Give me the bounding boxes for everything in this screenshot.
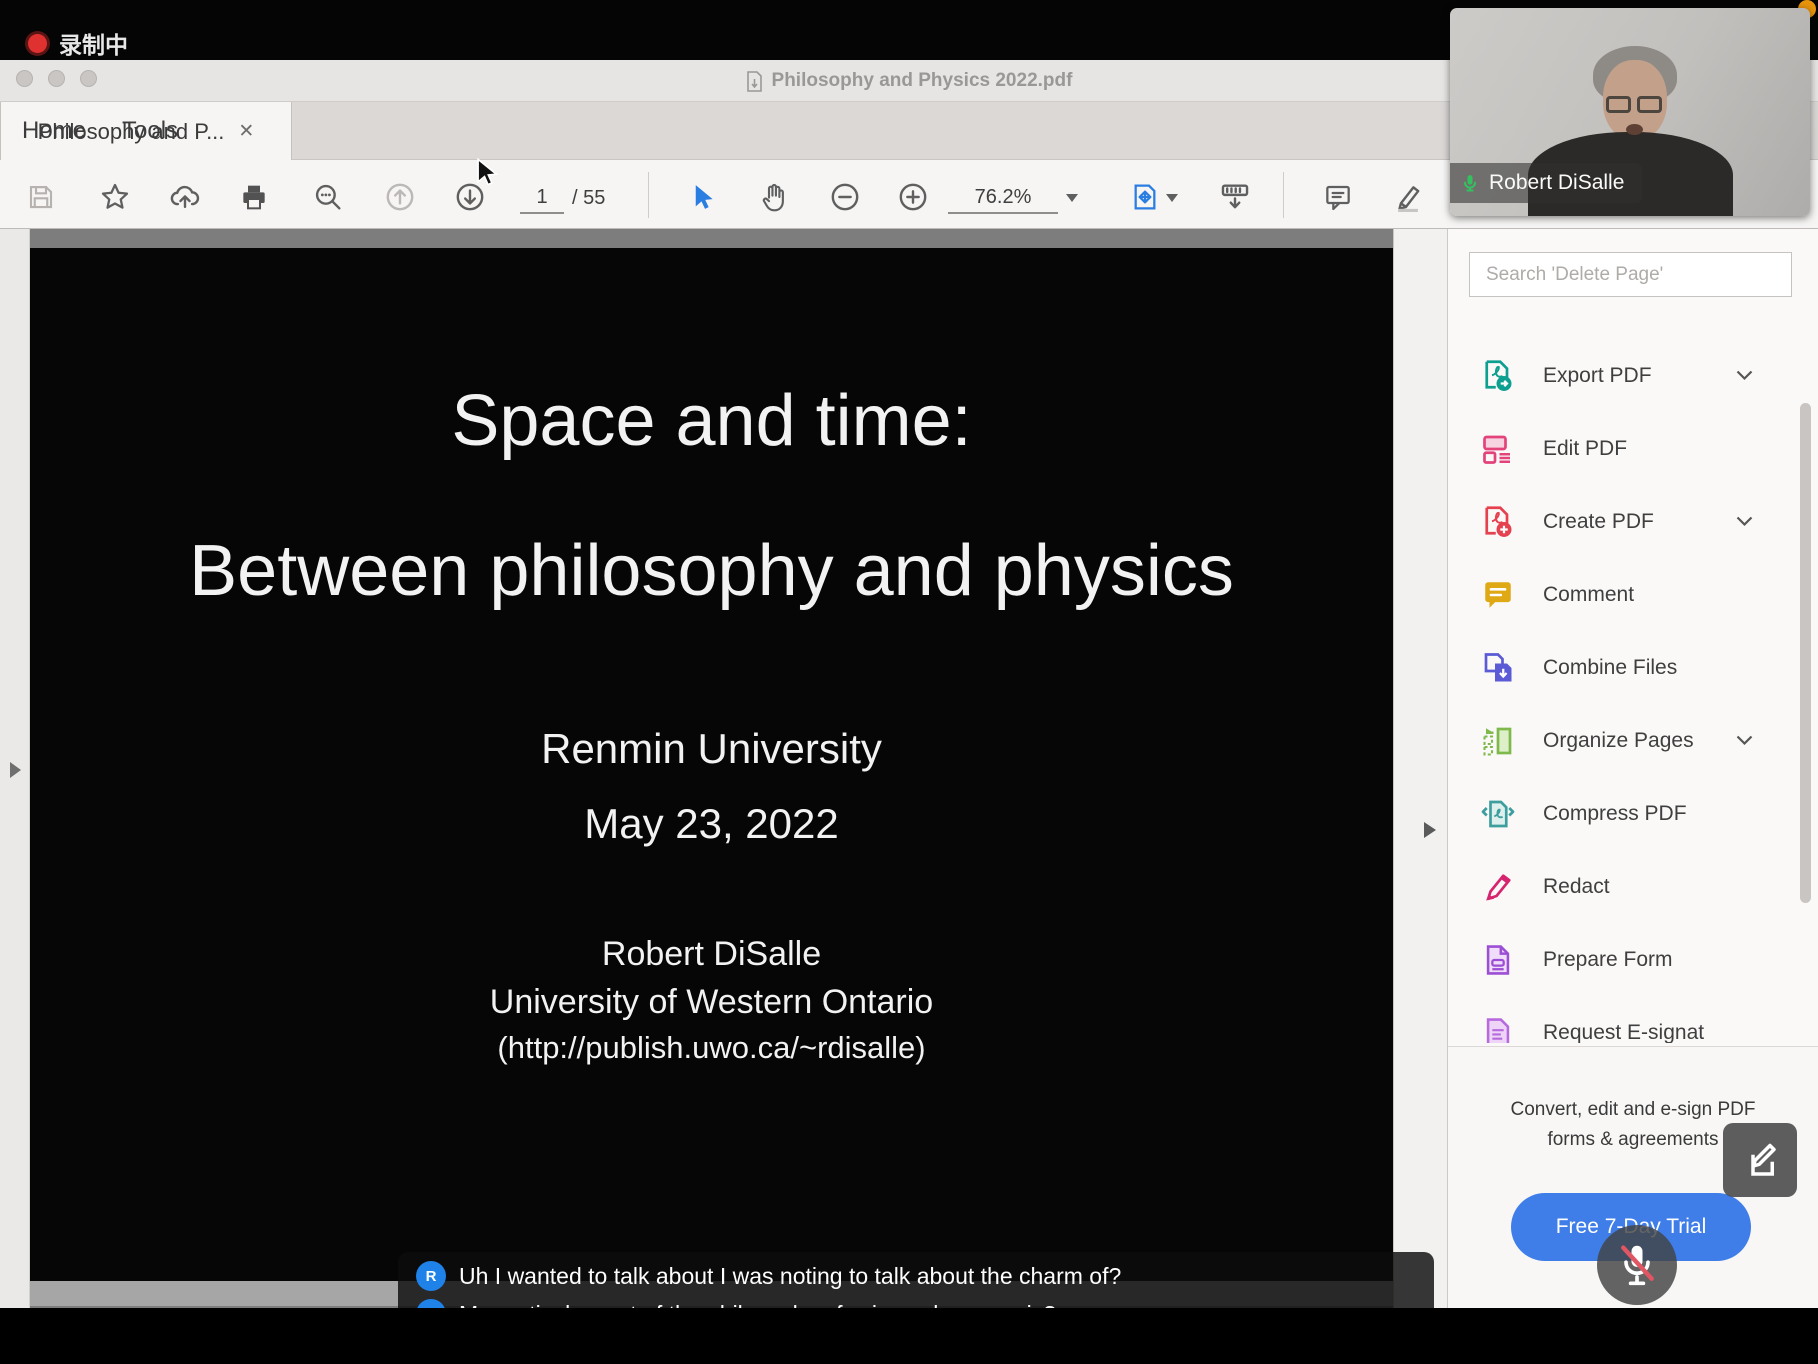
redact-icon xyxy=(1479,868,1517,906)
tool-create-pdf[interactable]: Create PDF xyxy=(1448,485,1818,558)
acrobat-window: Philosophy and Physics 2022.pdf Home Too… xyxy=(0,60,1818,1308)
desktop-strip xyxy=(0,1308,1818,1364)
participant-name-tag: Robert DiSalle xyxy=(1450,163,1643,203)
save-icon[interactable] xyxy=(24,180,58,214)
speaker-mouth xyxy=(1626,124,1643,135)
microphone-muted-button[interactable] xyxy=(1597,1225,1677,1305)
slide-url: (http://publish.uwo.ca/~rdisalle) xyxy=(497,1030,926,1065)
document-viewport: Space and time: Between philosophy and p… xyxy=(30,229,1393,1308)
slide-venue: Renmin University xyxy=(541,725,882,772)
page-number-input[interactable]: 1 xyxy=(520,182,564,214)
recording-indicator: 录制中 xyxy=(28,26,128,60)
page-total-label: / 55 xyxy=(572,187,606,209)
tool-compress-pdf[interactable]: Compress PDF xyxy=(1448,777,1818,850)
tab-tools[interactable]: Tools xyxy=(122,102,178,160)
tool-prepare-form[interactable]: Prepare Form xyxy=(1448,923,1818,996)
tools-list: Export PDF Edit PDF Create PDF Comment C… xyxy=(1448,339,1818,1043)
comment-tool-icon[interactable] xyxy=(1321,180,1355,214)
mouse-cursor xyxy=(476,158,502,188)
tool-export-pdf[interactable]: Export PDF xyxy=(1448,339,1818,412)
search-icon[interactable] xyxy=(311,180,345,214)
window-title: Philosophy and Physics 2022.pdf xyxy=(771,70,1073,91)
fit-page-icon[interactable] xyxy=(1128,180,1162,214)
tools-search-input[interactable] xyxy=(1469,252,1792,297)
previous-page-icon[interactable] xyxy=(383,180,417,214)
toolbar-separator xyxy=(1283,172,1284,218)
slide-title-line2: Between philosophy and physics xyxy=(189,531,1234,611)
tool-edit-pdf[interactable]: Edit PDF xyxy=(1448,412,1818,485)
speaker-avatar: R xyxy=(416,1261,446,1291)
tool-redact[interactable]: Redact xyxy=(1448,850,1818,923)
highlighter-tool-icon[interactable] xyxy=(1391,180,1425,214)
zoom-out-icon[interactable] xyxy=(828,180,862,214)
pdf-file-icon xyxy=(746,70,763,92)
chevron-down-icon[interactable] xyxy=(1736,735,1753,746)
recording-label: 录制中 xyxy=(59,32,128,58)
nav-pane-expand-icon[interactable] xyxy=(10,762,21,778)
vertical-scrollbar[interactable] xyxy=(1393,229,1447,1308)
promo-text-line1: Convert, edit and e-sign PDF xyxy=(1510,1099,1756,1120)
create-pdf-icon xyxy=(1479,503,1517,541)
slide-date: May 23, 2022 xyxy=(584,800,839,847)
prepare-form-icon xyxy=(1479,941,1517,979)
comment-icon xyxy=(1479,576,1517,614)
hide-toolbar-icon[interactable] xyxy=(1218,180,1252,214)
speaker-glasses xyxy=(1606,96,1664,114)
combine-files-icon xyxy=(1479,649,1517,687)
tab-close-icon[interactable]: ✕ xyxy=(238,122,254,141)
tool-organize-pages[interactable]: Organize Pages xyxy=(1448,704,1818,777)
compress-pdf-icon xyxy=(1479,795,1517,833)
participant-name: Robert DiSalle xyxy=(1489,171,1625,194)
recording-dot-icon xyxy=(28,33,47,53)
toolbar-separator xyxy=(648,172,649,218)
tool-request-esignature[interactable]: Request E-signat xyxy=(1448,996,1818,1043)
organize-pages-icon xyxy=(1479,722,1517,760)
request-esignature-icon xyxy=(1479,1014,1517,1043)
tab-home[interactable]: Home xyxy=(22,102,86,160)
chevron-down-icon[interactable] xyxy=(1736,516,1753,527)
tools-pane-toggle-icon[interactable] xyxy=(1424,822,1436,838)
edit-pdf-icon xyxy=(1479,430,1517,468)
select-tool-icon[interactable] xyxy=(685,180,719,214)
slide-title-line1: Space and time: xyxy=(451,381,972,461)
pdf-page: Space and time: Between philosophy and p… xyxy=(30,248,1393,1281)
tool-combine-files[interactable]: Combine Files xyxy=(1448,631,1818,704)
zoom-in-icon[interactable] xyxy=(896,180,930,214)
mic-on-icon xyxy=(1460,171,1480,195)
annotate-button[interactable] xyxy=(1723,1123,1797,1197)
caption-line: R Uh I wanted to talk about I was noting… xyxy=(416,1261,1121,1291)
webcam-video: Robert DiSalle xyxy=(1450,8,1810,216)
cloud-upload-icon[interactable] xyxy=(168,180,202,214)
print-icon[interactable] xyxy=(237,180,271,214)
chevron-down-icon[interactable] xyxy=(1736,370,1753,381)
fit-page-caret-icon[interactable] xyxy=(1166,194,1178,202)
tools-panel-scrollbar[interactable] xyxy=(1800,403,1811,903)
export-pdf-icon xyxy=(1479,357,1517,395)
zoom-level-input[interactable]: 76.2% xyxy=(948,182,1058,214)
zoom-dropdown-caret-icon[interactable] xyxy=(1066,194,1078,202)
star-icon[interactable] xyxy=(98,180,132,214)
slide-author: Robert DiSalle xyxy=(601,935,822,973)
slide-affiliation: University of Western Ontario xyxy=(489,983,934,1021)
hand-tool-icon[interactable] xyxy=(756,180,790,214)
tool-comment[interactable]: Comment xyxy=(1448,558,1818,631)
